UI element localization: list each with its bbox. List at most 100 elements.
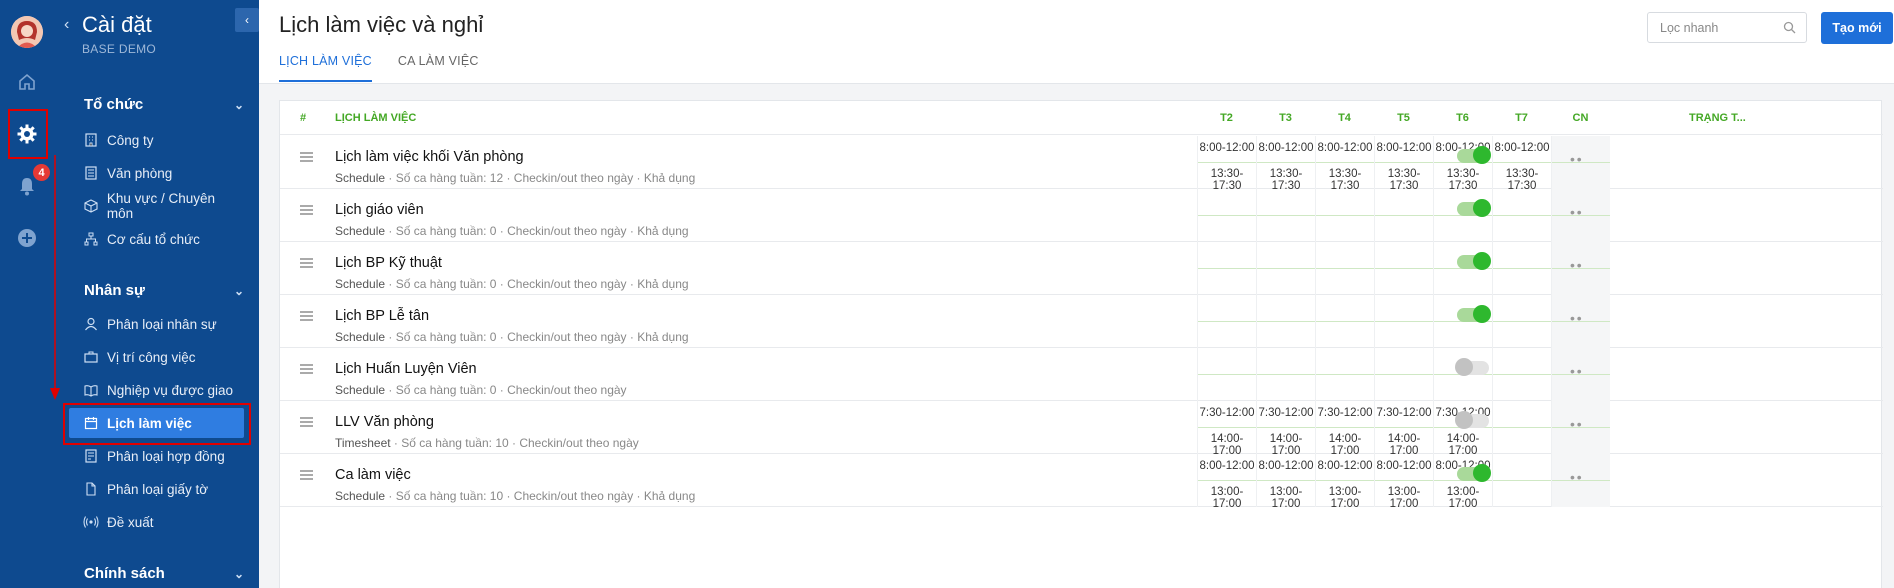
day-cell[interactable]: [1197, 295, 1256, 348]
day-cell[interactable]: 8:00-12:00 13:00-17:00: [1315, 454, 1374, 510]
table-row[interactable]: LLV Văn phòng Timesheet · Số ca hàng tuần…: [280, 401, 1883, 457]
sidebar-item-label: Công ty: [107, 132, 154, 148]
more-options-icon[interactable]: • •: [1570, 416, 1582, 432]
day-cell[interactable]: [1197, 242, 1256, 295]
schedule-name[interactable]: Lịch Huấn Luyện Viên: [335, 361, 477, 377]
day-cell[interactable]: [1256, 242, 1315, 295]
schedule-name[interactable]: Lịch BP Lễ tân: [335, 308, 429, 324]
day-cell[interactable]: [1492, 401, 1551, 454]
drag-handle-icon[interactable]: [300, 361, 313, 379]
day-cell[interactable]: [1374, 189, 1433, 242]
schedule-name[interactable]: Lịch BP Kỹ thuật: [335, 255, 442, 271]
collapse-sidebar-button[interactable]: ‹: [235, 8, 259, 32]
day-cell[interactable]: [1492, 454, 1551, 507]
status-toggle[interactable]: [1457, 252, 1491, 270]
day-cell[interactable]: [1374, 295, 1433, 348]
day-cell[interactable]: 7:30-12:0014:00-17:00: [1256, 401, 1315, 457]
tab-lich-lam-viec[interactable]: LỊCH LÀM VIỆC: [279, 48, 372, 82]
day-cell[interactable]: [1197, 348, 1256, 401]
table-row[interactable]: Lịch Huấn Luyện Viên Schedule · Số ca hàn…: [280, 348, 1883, 401]
day-cell[interactable]: 8:00-12:00 13:30-17:30: [1492, 136, 1551, 192]
day-cell[interactable]: [1492, 189, 1551, 242]
status-toggle[interactable]: [1455, 411, 1489, 429]
day-cell[interactable]: 7:30-12:0014:00-17:00: [1197, 401, 1256, 457]
day-cell[interactable]: [1256, 189, 1315, 242]
day-cell[interactable]: [1374, 348, 1433, 401]
drag-handle-icon[interactable]: [300, 255, 313, 273]
status-toggle[interactable]: [1457, 464, 1491, 482]
day-cell[interactable]: 7:30-12:0014:00-17:00: [1315, 401, 1374, 457]
add-circle-icon[interactable]: [11, 222, 43, 254]
sidebar-item-hop-dong[interactable]: Phân loại hợp đồng: [69, 441, 244, 471]
day-cell[interactable]: [1374, 242, 1433, 295]
sidebar-item-phan-loai-nhan-su[interactable]: Phân loại nhân sự: [69, 309, 244, 339]
schedule-name[interactable]: Lịch làm việc khối Văn phòng: [335, 149, 524, 165]
day-cell[interactable]: 8:00-12:00 13:30-17:30: [1197, 136, 1256, 192]
drag-handle-icon[interactable]: [300, 202, 313, 220]
day-cell[interactable]: [1315, 295, 1374, 348]
more-options-icon[interactable]: • •: [1570, 469, 1582, 485]
create-button[interactable]: Tạo mới: [1821, 12, 1893, 44]
day-cell[interactable]: [1492, 295, 1551, 348]
sidebar-item-label: Đề xuất: [107, 514, 154, 530]
col-status[interactable]: TRẠNG T...: [1689, 112, 1746, 124]
day-cell[interactable]: [1197, 189, 1256, 242]
sidebar-item-vi-tri[interactable]: Vị trí công việc: [69, 342, 244, 372]
more-options-icon[interactable]: • •: [1570, 363, 1582, 379]
sidebar-item-khu-vuc[interactable]: Khu vực / Chuyên môn: [69, 191, 244, 221]
sidebar-item-cong-ty[interactable]: Công ty: [69, 125, 244, 155]
day-cell[interactable]: 8:00-12:00 13:30-17:30: [1256, 136, 1315, 192]
table-row[interactable]: Lịch BP Lễ tân Schedule · Số ca hàng tuần…: [280, 295, 1883, 348]
day-cell[interactable]: 8:00-12:00 13:30-17:30: [1374, 136, 1433, 192]
more-options-icon[interactable]: • •: [1570, 204, 1582, 220]
sidebar-item-van-phong[interactable]: Văn phòng: [69, 158, 244, 188]
sidebar-item-nghiep-vu[interactable]: Nghiệp vụ được giao: [69, 375, 244, 405]
table-row[interactable]: Ca làm việc Schedule · Số ca hàng tuần: 1…: [280, 454, 1883, 510]
section-to-chuc[interactable]: Tổ chức ⌄: [84, 96, 244, 113]
home-icon[interactable]: [11, 66, 43, 98]
shift-divider: [1375, 427, 1433, 428]
day-cell[interactable]: 8:00-12:00 13:00-17:00: [1197, 454, 1256, 510]
sidebar-item-de-xuat[interactable]: Đề xuất: [69, 507, 244, 537]
status-toggle[interactable]: [1457, 305, 1491, 323]
shift-divider: [1257, 321, 1315, 322]
status-toggle[interactable]: [1457, 199, 1491, 217]
day-cell[interactable]: 8:00-12:00 13:00-17:00: [1374, 454, 1433, 510]
status-toggle[interactable]: [1455, 358, 1489, 376]
schedule-name[interactable]: Lịch giáo viên: [335, 202, 424, 218]
day-cell[interactable]: 8:00-12:00 13:00-17:00: [1256, 454, 1315, 510]
day-cell[interactable]: [1315, 242, 1374, 295]
day-cell[interactable]: 7:30-12:0014:00-17:00: [1374, 401, 1433, 457]
more-options-icon[interactable]: • •: [1570, 257, 1582, 273]
day-cell[interactable]: [1315, 189, 1374, 242]
day-cell[interactable]: [1256, 295, 1315, 348]
day-cell[interactable]: 8:00-12:00 13:30-17:30: [1315, 136, 1374, 192]
table-row[interactable]: Lịch giáo viên Schedule · Số ca hàng tuần…: [280, 189, 1883, 242]
day-cell[interactable]: [1492, 348, 1551, 401]
table-row[interactable]: Lịch BP Kỹ thuật Schedule · Số ca hàng tu…: [280, 242, 1883, 295]
day-cell[interactable]: [1492, 242, 1551, 295]
sidebar-item-co-cau[interactable]: Cơ cấu tổ chức: [69, 224, 244, 254]
schedule-name[interactable]: LLV Văn phòng: [335, 414, 434, 430]
more-options-icon[interactable]: • •: [1570, 310, 1582, 326]
drag-handle-icon[interactable]: [300, 467, 313, 485]
tab-ca-lam-viec[interactable]: CA LÀM VIỆC: [398, 48, 479, 82]
table-row[interactable]: Lịch làm việc khối Văn phòng Schedule · S…: [280, 136, 1883, 192]
section-chinh-sach[interactable]: Chính sách ⌄: [84, 565, 244, 582]
back-chevron-icon[interactable]: ‹: [64, 16, 69, 34]
quick-filter-input[interactable]: Lọc nhanh: [1647, 12, 1807, 43]
user-avatar[interactable]: [11, 16, 43, 48]
schedule-name[interactable]: Ca làm việc: [335, 467, 411, 483]
sidebar-item-lich-lam-viec[interactable]: Lịch làm việc: [69, 408, 244, 438]
more-options-icon[interactable]: • •: [1570, 151, 1582, 167]
col-name[interactable]: LỊCH LÀM VIỆC: [335, 112, 416, 124]
section-nhan-su[interactable]: Nhân sự ⌄: [84, 282, 244, 299]
day-cell[interactable]: [1256, 348, 1315, 401]
sidebar-item-giay-to[interactable]: Phân loại giấy tờ: [69, 474, 244, 504]
drag-handle-icon[interactable]: [300, 149, 313, 167]
status-toggle[interactable]: [1457, 146, 1491, 164]
day-cell[interactable]: [1315, 348, 1374, 401]
drag-handle-icon[interactable]: [300, 414, 313, 432]
drag-handle-icon[interactable]: [300, 308, 313, 326]
settings-gear-icon[interactable]: [11, 118, 43, 150]
